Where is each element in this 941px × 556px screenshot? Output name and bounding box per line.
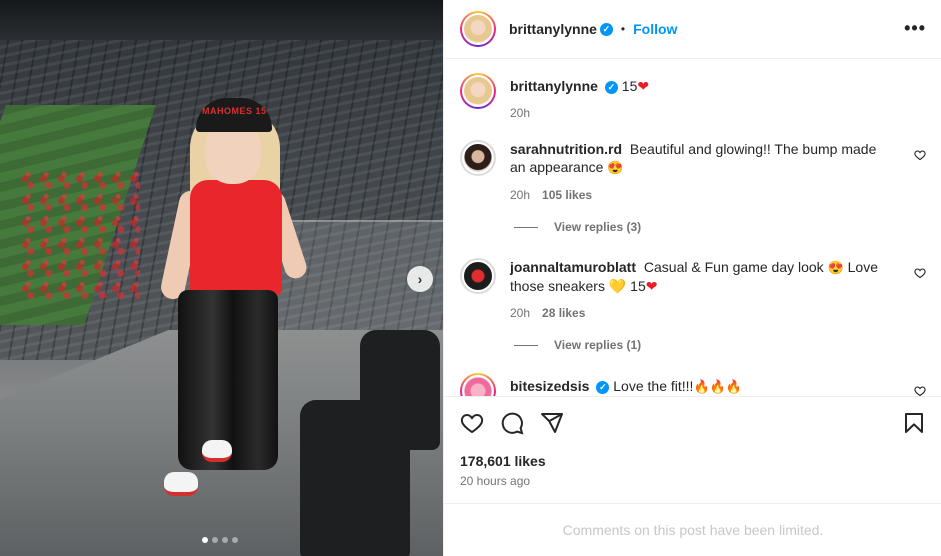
carousel-dot: [202, 537, 208, 543]
replies-line: [514, 344, 538, 346]
more-icon[interactable]: •••: [904, 18, 926, 39]
comment-item: bitesizedsis ✓ Love the fit!!!🔥🔥🔥: [460, 373, 930, 396]
comment-icon[interactable]: [500, 411, 524, 438]
comment-username[interactable]: joannaltamuroblatt: [510, 259, 636, 275]
caption-meta: 20h: [510, 104, 895, 122]
comment-like-icon[interactable]: [914, 385, 926, 396]
author-avatar[interactable]: [460, 11, 496, 47]
view-replies-label: View replies (1): [554, 338, 642, 352]
caption-username[interactable]: brittanylynne: [510, 78, 598, 94]
likes-count[interactable]: 178,601 likes: [460, 453, 546, 469]
comment-time: 20h: [510, 188, 531, 202]
comment-time: 20h: [510, 306, 531, 320]
comment-likes[interactable]: 28 likes: [542, 306, 585, 320]
verified-icon: ✓: [599, 22, 613, 36]
comment-avatar[interactable]: [460, 140, 496, 176]
comment-text: Love the fit!!!: [613, 378, 694, 394]
comments-limited-text: Comments on this post have been limited.: [562, 522, 824, 538]
next-icon: ›: [417, 271, 423, 287]
post-photo[interactable]: MAHOMES 15 ›: [0, 0, 443, 556]
post-time: 20 hours ago: [460, 474, 531, 488]
bookmark-icon[interactable]: [902, 411, 926, 438]
fire-emoji: 🔥🔥🔥: [693, 379, 742, 394]
person: MAHOMES 15: [150, 80, 320, 520]
comment-like-icon[interactable]: [914, 267, 926, 282]
caption-avatar[interactable]: [460, 73, 496, 109]
caption: brittanylynne ✓ 15❤ 20h: [460, 73, 930, 122]
verified-icon: ✓: [596, 380, 610, 394]
heart-emoji: ❤: [637, 78, 650, 94]
comment-like-icon[interactable]: [914, 149, 926, 164]
carousel-dot: [232, 537, 238, 543]
cap-text: MAHOMES 15: [202, 106, 267, 116]
separator: •: [620, 22, 626, 36]
comment-username[interactable]: bitesizedsis: [510, 378, 589, 394]
comments-list[interactable]: brittanylynne ✓ 15❤ 20h sarahnutrition.rd…: [444, 60, 941, 396]
heart-emoji: ❤: [645, 278, 658, 294]
post-header: brittanylynne ✓ • Follow •••: [444, 0, 941, 59]
comment-text: Casual & Fun game day look: [643, 259, 824, 275]
carousel-dot: [212, 537, 218, 543]
comment-username[interactable]: sarahnutrition.rd: [510, 141, 622, 157]
replies-line: [514, 226, 538, 228]
caption-text: 15: [621, 78, 638, 94]
comment-avatar[interactable]: [460, 258, 496, 294]
comment-emoji: 😍: [607, 160, 624, 175]
post-side-panel: brittanylynne ✓ • Follow ••• brittanylyn…: [443, 0, 941, 556]
crowd: [20, 170, 140, 300]
comment-text-3: 15: [630, 278, 646, 294]
verified-icon: ✓: [604, 80, 618, 94]
carousel-dots: [202, 537, 238, 543]
view-replies-label: View replies (3): [554, 220, 642, 234]
follow-button[interactable]: Follow: [633, 21, 677, 37]
view-replies-button[interactable]: View replies (3): [514, 220, 641, 234]
stadium-roof: [0, 0, 443, 40]
carousel-dot: [222, 537, 228, 543]
comment-emoji: 😍: [827, 260, 844, 275]
comment-item: joannaltamuroblatt Casual & Fun game day…: [460, 258, 930, 322]
post-actions: 178,601 likes 20 hours ago: [444, 396, 941, 503]
comment-avatar[interactable]: [460, 373, 496, 396]
comment-meta: 20h 105 likes: [510, 186, 895, 204]
heart-icon[interactable]: [460, 411, 484, 438]
view-replies-button[interactable]: View replies (1): [514, 338, 641, 352]
author-username[interactable]: brittanylynne: [509, 21, 597, 37]
comment-meta: 20h 28 likes: [510, 304, 895, 322]
yellow-heart-emoji: 💛: [608, 278, 627, 294]
caption-time: 20h: [510, 106, 531, 120]
comment-likes[interactable]: 105 likes: [542, 188, 592, 202]
comment-item: sarahnutrition.rd Beautiful and glowing!…: [460, 140, 930, 204]
comments-limited-notice: Comments on this post have been limited.: [444, 503, 941, 556]
next-image-button[interactable]: ›: [407, 266, 433, 292]
share-icon[interactable]: [540, 411, 564, 438]
